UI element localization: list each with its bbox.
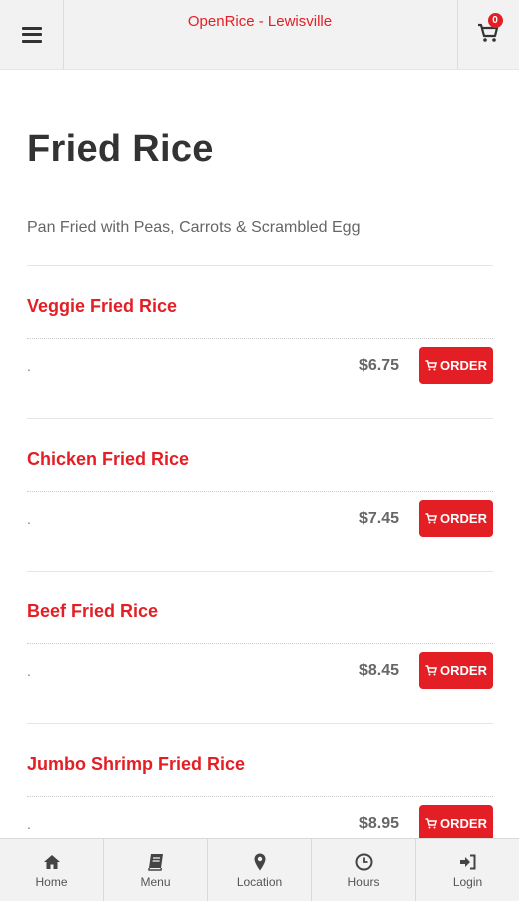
app-title[interactable]: OpenRice - Lewisville	[63, 13, 457, 30]
divider	[27, 571, 493, 572]
item-price: $6.75	[358, 357, 399, 374]
menu-button[interactable]	[0, 0, 64, 69]
divider	[27, 265, 493, 266]
item-name: Beef Fried Rice	[27, 601, 159, 621]
sign-in-icon	[459, 854, 475, 870]
item-price: $7.45	[358, 510, 399, 527]
dotted-divider	[27, 338, 493, 339]
order-label: ORDER	[440, 816, 487, 831]
hamburger-icon	[21, 26, 42, 43]
item-description: .	[27, 663, 31, 679]
dotted-divider	[27, 643, 493, 644]
cart-icon	[425, 665, 437, 676]
nav-label: Menu	[140, 875, 171, 889]
divider	[27, 418, 493, 419]
order-button[interactable]: ORDER	[419, 500, 493, 537]
nav-label: Home	[35, 875, 68, 889]
clock-icon	[355, 853, 372, 871]
map-pin-icon	[254, 853, 265, 871]
category-description: Pan Fried with Peas, Carrots & Scrambled…	[27, 219, 361, 236]
divider	[27, 723, 493, 724]
cart-button[interactable]: 0	[457, 0, 519, 69]
dotted-divider	[27, 491, 493, 492]
order-button[interactable]: ORDER	[419, 805, 493, 842]
nav-home[interactable]: Home	[0, 839, 104, 901]
category-title: Fried Rice	[27, 128, 214, 170]
dotted-divider	[27, 796, 493, 797]
order-label: ORDER	[440, 358, 487, 373]
nav-login[interactable]: Login	[416, 839, 519, 901]
cart-icon	[425, 360, 437, 371]
item-description: .	[27, 511, 31, 527]
item-description: .	[27, 358, 31, 374]
order-button[interactable]: ORDER	[419, 347, 493, 384]
home-icon	[43, 855, 60, 869]
nav-location[interactable]: Location	[208, 839, 312, 901]
item-name: Chicken Fried Rice	[27, 449, 190, 469]
nav-menu[interactable]: Menu	[104, 839, 208, 901]
cart-icon	[425, 513, 437, 524]
item-price: $8.45	[358, 662, 399, 679]
order-label: ORDER	[440, 663, 487, 678]
book-icon	[147, 854, 163, 871]
order-button[interactable]: ORDER	[419, 652, 493, 689]
cart-count-badge: 0	[487, 12, 503, 28]
nav-hours[interactable]: Hours	[312, 839, 416, 901]
nav-label: Hours	[347, 875, 380, 889]
bottom-nav: Home Menu Location Hours Login	[0, 838, 519, 901]
nav-label: Location	[236, 875, 283, 889]
item-name: Jumbo Shrimp Fried Rice	[27, 754, 246, 774]
nav-label: Login	[452, 875, 483, 889]
item-description: .	[27, 816, 31, 832]
item-name: Veggie Fried Rice	[27, 296, 178, 316]
order-label: ORDER	[440, 511, 487, 526]
top-bar: OpenRice - Lewisville 0	[0, 0, 519, 70]
cart-icon	[425, 818, 437, 829]
item-price: $8.95	[358, 815, 399, 832]
